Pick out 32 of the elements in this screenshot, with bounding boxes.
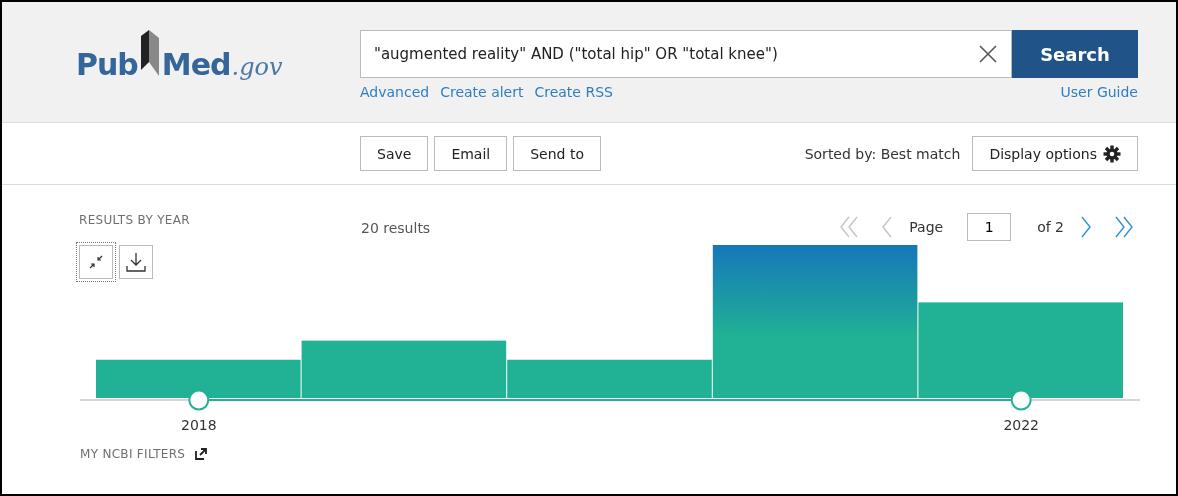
action-button[interactable]: Save <box>360 136 429 171</box>
tick-label: 2018 <box>181 417 217 433</box>
page-total: of 2 <box>1037 219 1064 235</box>
logo-text: Pub <box>76 48 138 82</box>
section-title: MY NCBI FILTERS <box>80 447 186 461</box>
link[interactable]: Create alert <box>440 84 524 100</box>
display-options-button[interactable]: Display options <box>972 136 1138 171</box>
bar[interactable] <box>301 340 507 398</box>
section-title: RESULTS BY YEAR <box>79 213 191 227</box>
settings-icon <box>1103 144 1121 163</box>
page-input[interactable]: 1 <box>967 213 1012 241</box>
download-button[interactable] <box>116 242 156 282</box>
book-icon <box>138 28 161 78</box>
collapse-icon <box>89 255 103 269</box>
tick-label: 2022 <box>1003 417 1039 433</box>
link[interactable]: Create RSS <box>534 84 613 100</box>
action-button[interactable]: Send to <box>513 136 601 171</box>
sort-label: Sorted by: Best match <box>804 145 961 162</box>
download-icon <box>126 252 146 272</box>
bar[interactable] <box>507 359 712 398</box>
bar[interactable] <box>712 245 918 398</box>
link[interactable]: User Guide <box>1060 84 1138 100</box>
link[interactable]: Advanced <box>360 84 430 100</box>
external-link-icon <box>195 448 208 460</box>
logo-text: Med <box>161 48 231 82</box>
bar[interactable] <box>96 359 301 398</box>
results-count: 20 results <box>361 220 431 236</box>
collapse-button[interactable] <box>76 242 116 282</box>
domain-text: .gov <box>231 52 283 82</box>
page-label: Page <box>909 219 944 235</box>
search-button[interactable]: Search <box>1012 30 1138 78</box>
action-button[interactable]: Email <box>434 136 508 171</box>
